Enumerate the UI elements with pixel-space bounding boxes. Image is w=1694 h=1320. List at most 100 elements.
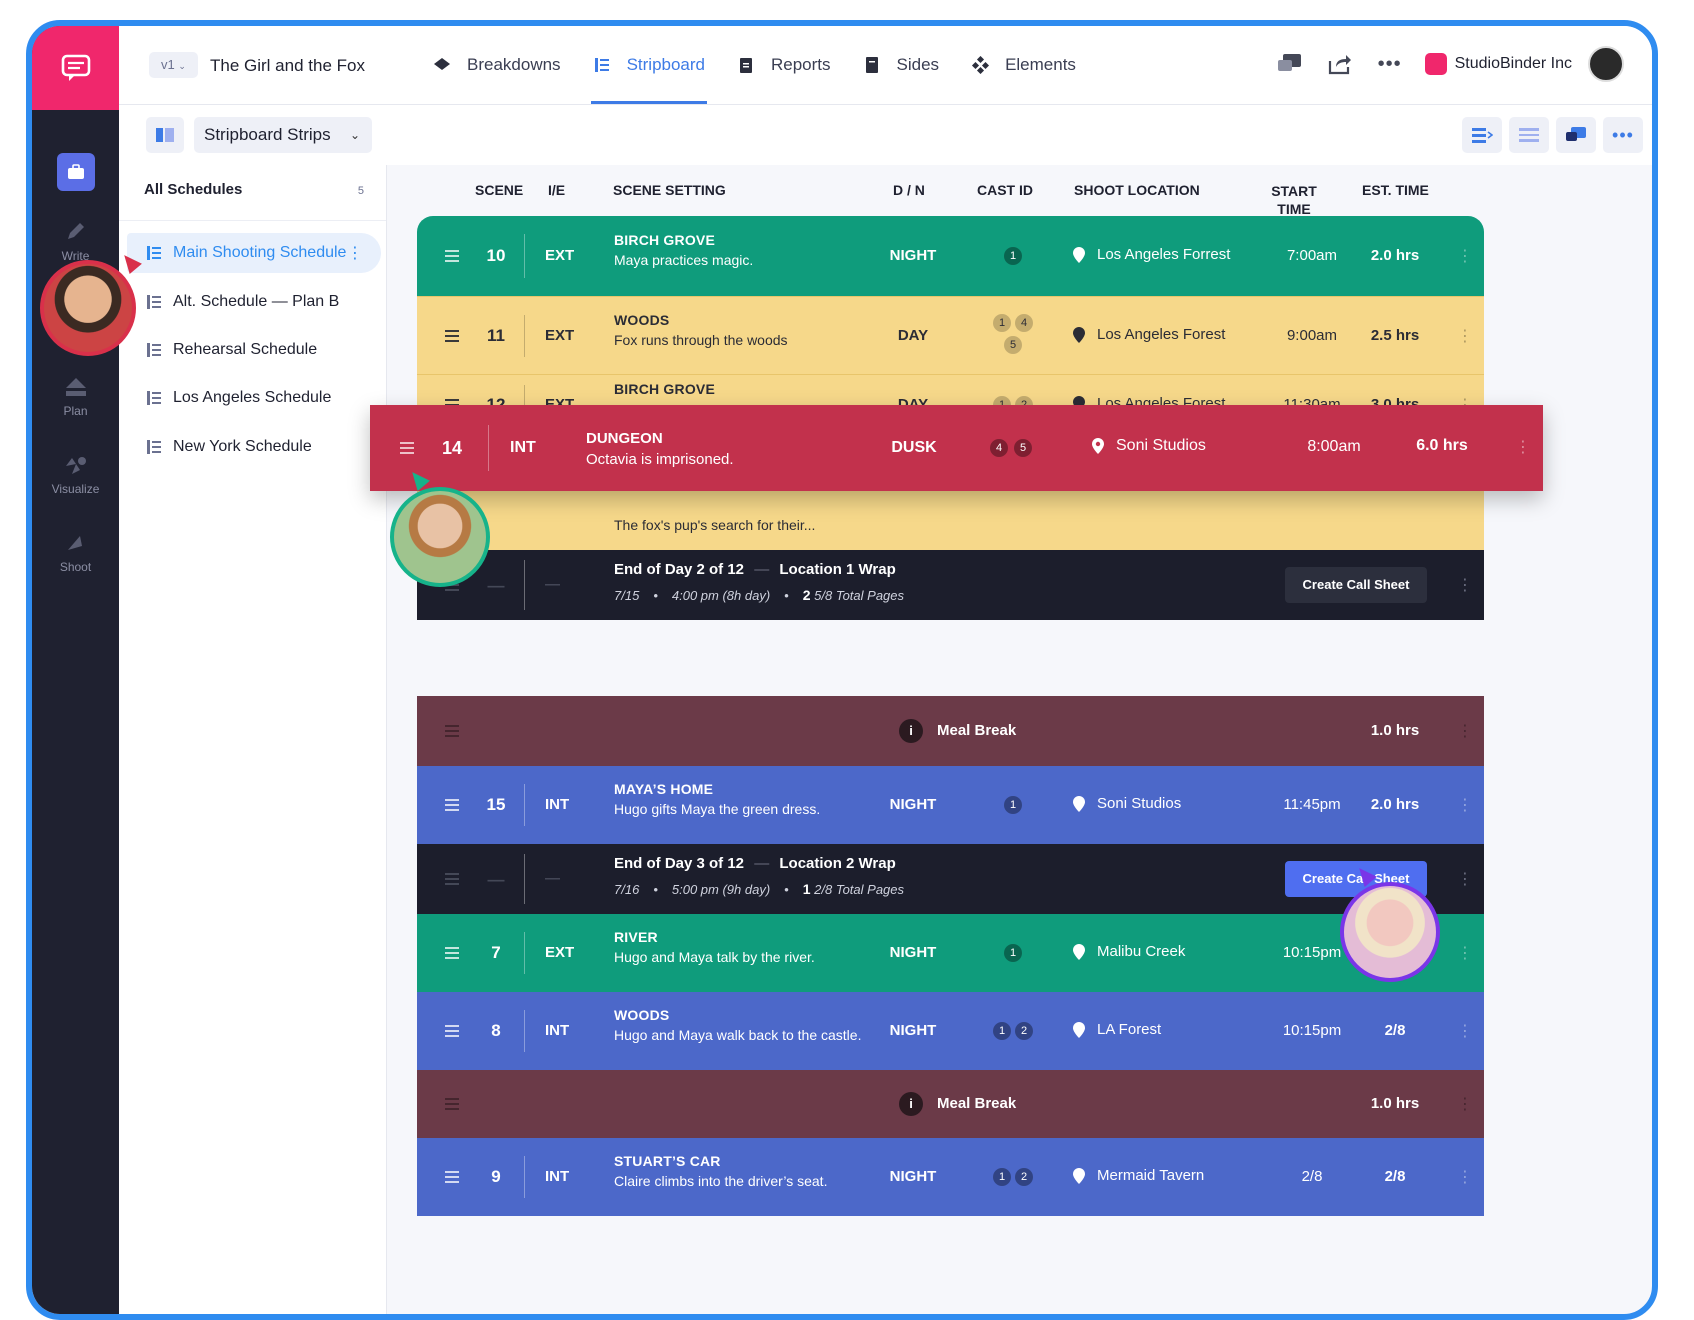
briefcase-icon[interactable] <box>57 153 95 191</box>
col-location: SHOOT LOCATION <box>1074 182 1200 198</box>
version-select[interactable]: v1 ⌄ <box>149 52 198 78</box>
col-dn: D / N <box>893 182 925 198</box>
schedule-item[interactable]: Alt. Schedule — Plan B <box>127 282 381 322</box>
cast-id-chip: 2 <box>1015 1022 1033 1040</box>
kebab-icon[interactable]: ⋮ <box>1515 437 1531 457</box>
meal-break-strip[interactable]: i Meal Break 1.0 hrs ⋮ <box>417 696 1484 766</box>
divider <box>524 784 525 826</box>
info-icon: i <box>899 1092 923 1116</box>
scene-setting: RIVER <box>614 929 658 945</box>
kebab-icon[interactable]: ⋮ <box>1457 1021 1473 1041</box>
location-name: Los Angeles Forrest <box>1097 246 1231 263</box>
meal-break-strip[interactable]: i Meal Break 1.0 hrs ⋮ <box>417 1070 1484 1138</box>
location-name: Malibu Creek <box>1097 943 1186 960</box>
kebab-icon[interactable]: ⋮ <box>1457 795 1473 815</box>
drag-handle-icon[interactable] <box>445 947 459 959</box>
list-icon <box>594 58 609 72</box>
schedule-item[interactable]: Main Shooting Schedule ⋮ <box>127 233 381 273</box>
panel-toggle-icon[interactable] <box>146 117 184 153</box>
scene-strip[interactable]: 11 EXT WOODS Fox runs through the woods DAY 1… <box>417 296 1484 375</box>
drag-handle-icon[interactable] <box>400 442 414 454</box>
kebab-icon[interactable]: ⋮ <box>1457 246 1473 266</box>
stripboard-toolbar: Stripboard Strips ⌄ ••• <box>119 105 1652 165</box>
day-break-strip[interactable]: — — End of Day 3 of 12 — Location 2 Wrap 7/… <box>417 844 1484 914</box>
eod-details: 7/16 • 5:00 pm (9h day) • 1 2/8 Total Pages <box>614 881 905 897</box>
kebab-icon[interactable]: ⋮ <box>1457 326 1473 346</box>
comments-icon[interactable] <box>1275 49 1305 79</box>
day-night: NIGHT <box>889 1022 937 1039</box>
eod-pages: 5/8 Total Pages <box>814 588 905 603</box>
drag-handle-icon[interactable] <box>445 1025 459 1037</box>
kebab-icon[interactable]: ⋮ <box>1457 943 1473 963</box>
info-icon: i <box>899 719 923 743</box>
schedule-label: New York Schedule <box>173 438 312 455</box>
cast-ids: 45 <box>990 439 1032 457</box>
chevron-down-icon: ⌄ <box>178 61 186 71</box>
collaborator-avatar <box>390 487 490 587</box>
share-icon[interactable] <box>1325 49 1355 79</box>
scene-strip[interactable]: 9 INT STUART’S CAR Claire climbs into the d… <box>417 1138 1484 1216</box>
drag-handle-icon[interactable] <box>445 873 459 885</box>
nav-visualize-label: Visualize <box>51 482 100 496</box>
tab-stripboard[interactable]: Stripboard <box>577 26 721 104</box>
drag-handle-icon[interactable] <box>445 330 459 342</box>
view-select[interactable]: Stripboard Strips ⌄ <box>194 117 372 153</box>
kebab-icon[interactable]: ⋮ <box>1457 575 1473 595</box>
day-break-strip[interactable]: — — End of Day 2 of 12 — Location 1 Wrap 7/… <box>417 550 1484 620</box>
drag-handle-icon[interactable] <box>445 1171 459 1183</box>
nav-write[interactable]: Write <box>32 221 119 263</box>
schedule-item[interactable]: Los Angeles Schedule <box>127 378 381 418</box>
drag-handle-icon[interactable] <box>445 250 459 262</box>
day-break-icon[interactable] <box>1509 117 1549 153</box>
create-call-sheet-button[interactable]: Create Call Sheet <box>1285 567 1427 603</box>
location-name: LA Forest <box>1097 1021 1162 1038</box>
comments-icon[interactable] <box>1556 117 1596 153</box>
cast-id-chip: 5 <box>1014 439 1032 457</box>
company-switcher[interactable]: StudioBinder Inc <box>1424 53 1572 75</box>
tab-elements[interactable]: Elements <box>955 26 1092 104</box>
list-icon <box>147 343 161 357</box>
schedule-item[interactable]: Rehearsal Schedule <box>127 330 381 370</box>
kebab-icon[interactable]: ⋮ <box>1457 869 1473 889</box>
schedule-item[interactable]: New York Schedule <box>127 427 381 467</box>
tab-breakdowns[interactable]: Breakdowns <box>417 26 577 104</box>
dragged-strip[interactable]: 14 INT DUNGEON Octavia is imprisoned. DUSK 4 5… <box>370 405 1543 491</box>
cast-id-chip: 1 <box>993 1168 1011 1186</box>
scene-number: 9 <box>491 1167 501 1186</box>
cast-id-chip: 4 <box>990 439 1008 457</box>
more-icon[interactable]: ••• <box>1375 49 1405 79</box>
end-of-day-label: End of Day 2 of 12 — Location 1 Wrap <box>614 561 896 578</box>
schedule-label: Rehearsal Schedule <box>173 341 318 358</box>
kebab-icon[interactable]: ⋮ <box>347 243 363 263</box>
user-avatar[interactable] <box>1588 46 1624 82</box>
nav-visualize[interactable]: Visualize <box>32 454 119 496</box>
divider <box>524 234 525 278</box>
scene-number: 15 <box>486 795 506 814</box>
scene-description: The fox's pup's search for their... <box>614 517 816 533</box>
scene-description: Claire climbs into the driver’s seat. <box>614 1173 828 1189</box>
scene-setting: DUNGEON <box>586 430 663 447</box>
kebab-icon[interactable]: ⋮ <box>1457 1094 1473 1114</box>
version-label: v1 <box>161 57 175 72</box>
drag-handle-icon[interactable] <box>445 725 459 737</box>
nav-shoot[interactable]: Shoot <box>32 532 119 574</box>
top-right-actions: ••• StudioBinder Inc <box>1255 46 1624 82</box>
drag-handle-icon[interactable] <box>445 1098 459 1110</box>
app-window: Write Plan Visualize Shoot v1 ⌄ The Girl… <box>26 20 1658 1320</box>
col-setting: SCENE SETTING <box>613 182 726 198</box>
scene-strip[interactable]: 7 EXT RIVER Hugo and Maya talk by the river… <box>417 914 1484 992</box>
strip-options-icon[interactable] <box>1462 117 1502 153</box>
more-icon[interactable]: ••• <box>1603 117 1643 153</box>
scene-strip[interactable]: 15 INT MAYA’S HOME Hugo gifts Maya the gree… <box>417 766 1484 844</box>
scene-strip[interactable]: 8 INT WOODS Hugo and Maya walk back to the … <box>417 992 1484 1070</box>
kebab-icon[interactable]: ⋮ <box>1457 1167 1473 1187</box>
nav-plan[interactable]: Plan <box>32 376 119 418</box>
tab-reports[interactable]: Reports <box>721 26 847 104</box>
studiobinder-logo[interactable] <box>32 26 119 110</box>
tab-sides[interactable]: Sides <box>847 26 956 104</box>
scene-description: Fox runs through the woods <box>614 332 788 348</box>
drag-handle-icon[interactable] <box>445 799 459 811</box>
kebab-icon[interactable]: ⋮ <box>1457 721 1473 741</box>
scene-description: Hugo and Maya talk by the river. <box>614 949 815 965</box>
scene-strip[interactable]: 10 EXT BIRCH GROVE Maya practices magic. NIG… <box>417 216 1484 296</box>
